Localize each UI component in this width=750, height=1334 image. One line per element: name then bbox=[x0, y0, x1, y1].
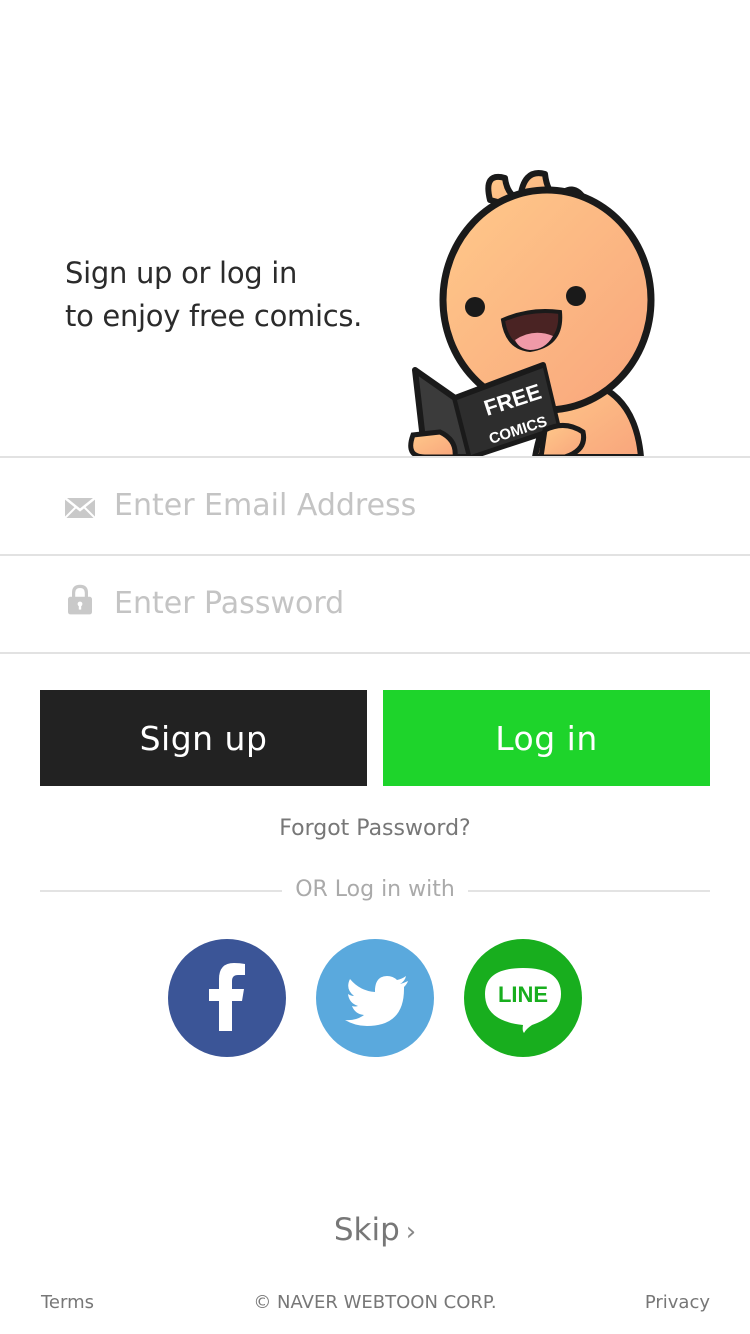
facebook-icon bbox=[209, 963, 245, 1031]
chevron-right-icon: › bbox=[405, 1217, 417, 1247]
line-login-button[interactable]: LINE bbox=[464, 939, 582, 1057]
envelope-icon bbox=[64, 497, 96, 519]
password-field[interactable]: Enter Password bbox=[0, 554, 750, 654]
terms-link[interactable]: Terms bbox=[41, 1290, 94, 1316]
hero-section: Sign up or log in to enjoy free comics. … bbox=[0, 0, 750, 458]
tagline-line-2: to enjoy free comics. bbox=[65, 299, 363, 333]
skip-button[interactable]: Skip › bbox=[0, 1208, 750, 1254]
privacy-link[interactable]: Privacy bbox=[645, 1290, 710, 1316]
signup-button[interactable]: Sign up bbox=[40, 690, 367, 786]
password-input[interactable]: Enter Password bbox=[114, 578, 344, 630]
social-divider-text: OR Log in with bbox=[295, 877, 455, 902]
twitter-icon bbox=[345, 976, 408, 1026]
skip-label: Skip bbox=[333, 1212, 400, 1248]
login-button[interactable]: Log in bbox=[383, 690, 710, 786]
line-icon: LINE bbox=[485, 968, 561, 1033]
email-field[interactable]: Enter Email Address bbox=[0, 456, 750, 552]
tagline: Sign up or log in to enjoy free comics. bbox=[65, 252, 362, 338]
divider-line-left bbox=[40, 890, 282, 892]
twitter-login-button[interactable] bbox=[316, 939, 434, 1057]
email-input[interactable]: Enter Email Address bbox=[114, 480, 416, 532]
line-icon-text: LINE bbox=[498, 982, 548, 1007]
copyright-text: © NAVER WEBTOON CORP. bbox=[253, 1292, 497, 1313]
lock-icon bbox=[68, 584, 92, 615]
mascot-illustration: FREE COMICS bbox=[408, 170, 655, 457]
tagline-line-1: Sign up or log in bbox=[65, 256, 298, 290]
facebook-login-button[interactable] bbox=[168, 939, 286, 1057]
divider-line-right bbox=[468, 890, 710, 892]
forgot-password-link[interactable]: Forgot Password? bbox=[0, 812, 750, 846]
